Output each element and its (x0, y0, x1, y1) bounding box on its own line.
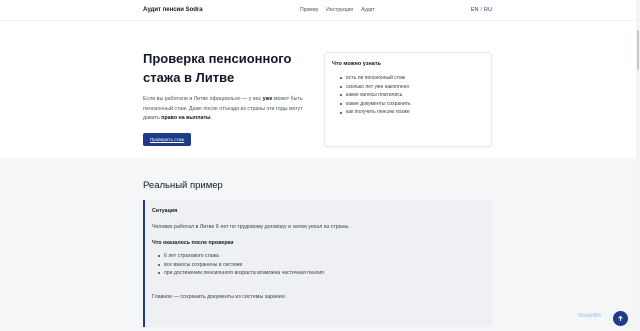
hero-text-bold: уже (262, 96, 273, 102)
list-item-text: как получить пенсию позже (346, 109, 410, 116)
hero-text-bold: право на выплаты (161, 115, 211, 122)
example-section-title: Реальный пример (143, 180, 223, 191)
watermark: ScanMo (578, 313, 602, 319)
bullet-icon (158, 255, 160, 258)
brand-title[interactable]: Аудит пенсии Sodra (143, 7, 203, 13)
nav-link-audit[interactable]: Аудит (361, 7, 375, 13)
nav-link-instructions[interactable]: Инструкция (326, 7, 353, 13)
bullet-icon (158, 263, 160, 266)
site-header: Аудит пенсии Sodra Пример Инструкция Ауд… (0, 0, 640, 20)
list-item: какие документы сохранить (332, 100, 484, 109)
list-item: сколько лет уже накоплено (332, 83, 484, 92)
example-callout: Ситуация Человек работал в Литве 6 лет п… (143, 200, 492, 327)
list-item: есть ли пенсионный стаж (332, 74, 484, 83)
list-item: 6 лет страхового стажа (152, 252, 485, 261)
situation-label: Ситуация (152, 208, 178, 214)
list-item-text: какие документы сохранить (346, 100, 411, 107)
situation-text: Человек работал в Литве 6 лет по трудово… (152, 224, 350, 230)
bullet-icon (340, 85, 342, 88)
result-label: Что оказалось после проверки (152, 240, 234, 246)
bullet-icon (340, 77, 342, 80)
list-item: все взносы сохранены в системе (152, 261, 485, 270)
list-item-text: все взносы сохранены в системе (164, 261, 243, 268)
conclusion-text: Главное — сохранить документы из системы… (152, 293, 287, 300)
page-scrollbar[interactable] (636, 0, 640, 331)
info-card: Что можно узнать есть ли пенсионный стаж… (324, 52, 492, 147)
example-section: Реальный пример Ситуация Человек работал… (0, 158, 636, 331)
hero-text-part: Если вы работали в Литве официально — у … (143, 96, 263, 102)
list-item: как получить пенсию позже (332, 108, 484, 117)
list-item-text: при достижении пенсионного возраста возм… (164, 270, 324, 276)
bullet-icon (340, 111, 342, 114)
bullet-icon (158, 272, 160, 275)
info-card-title: Что можно узнать (332, 61, 381, 67)
nav-link-example[interactable]: Пример (300, 7, 318, 13)
scroll-top-button[interactable] (613, 311, 628, 326)
list-item: какие взносы платились (332, 91, 484, 100)
bullet-icon (340, 94, 342, 97)
lang-en-link[interactable]: EN (471, 7, 479, 13)
bullet-icon (340, 103, 342, 106)
result-list: 6 лет страхового стажа все взносы сохран… (152, 252, 485, 278)
lang-ru-link[interactable]: RU (484, 7, 492, 13)
lang-separator: / (480, 7, 483, 13)
hero-description: Если вы работали в Литве официально — у … (143, 95, 303, 124)
hero-content: Проверка пенсионного стажа в Литве Если … (143, 49, 303, 146)
arrow-up-icon (618, 315, 623, 322)
check-experience-button[interactable]: Проверить стаж (143, 132, 192, 146)
list-item-text: есть ли пенсионный стаж (346, 75, 406, 81)
list-item: при достижении пенсионного возраста возм… (152, 269, 485, 278)
main-nav: Пример Инструкция Аудит (300, 0, 375, 20)
list-item-text: 6 лет страхового стажа (164, 253, 219, 259)
language-switcher: EN / RU (471, 0, 492, 20)
hero-text-part: . (210, 115, 213, 122)
info-card-list: есть ли пенсионный стаж сколько лет уже … (332, 74, 484, 117)
list-item-text: сколько лет уже накоплено (346, 83, 410, 90)
hero-title: Проверка пенсионного стажа в Литве (143, 51, 292, 85)
hero-section: Проверка пенсионного стажа в Литве Если … (0, 20, 640, 157)
list-item-text: какие взносы платились (346, 92, 403, 99)
scrollbar-thumb[interactable] (637, 30, 639, 70)
